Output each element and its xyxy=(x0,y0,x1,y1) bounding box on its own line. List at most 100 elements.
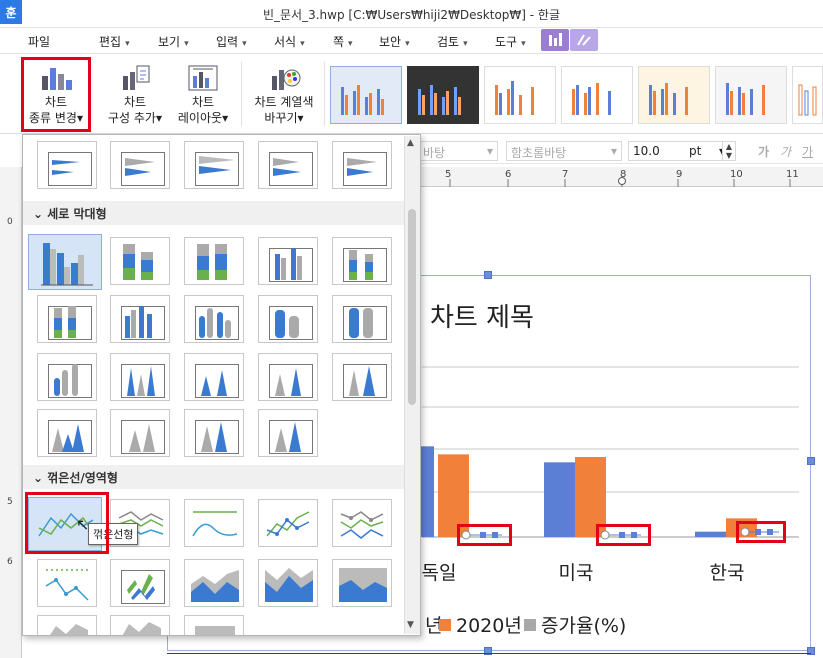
add-chart-element-button[interactable]: 차트 구성 추가▾ xyxy=(100,58,170,126)
chevron-down-icon: ▾ xyxy=(242,39,247,49)
chart-type-3d-cylinder-stacked[interactable] xyxy=(258,295,318,343)
chart-layout-line2: 레이아웃▾ xyxy=(177,111,229,125)
chevron-down-icon: ▾ xyxy=(521,39,526,49)
chart-format-tab-icon[interactable] xyxy=(570,29,598,51)
menu-format[interactable]: 서식 ▾ xyxy=(274,33,305,50)
section-header-line-area[interactable]: ⌄ 꺾은선/영역형 xyxy=(23,465,405,489)
chevron-down-icon: ▾ xyxy=(300,39,305,49)
menu-insert-label: 입력 xyxy=(216,35,239,49)
chart-layout-icon xyxy=(183,62,223,92)
font-size-stepper[interactable]: ▲ ▼ xyxy=(722,141,736,161)
chart-type-3d-100-area[interactable] xyxy=(184,615,244,635)
underline-button[interactable]: 가 xyxy=(802,143,813,160)
chart-style-thumb-5[interactable] xyxy=(638,66,710,124)
scrollbar-thumb[interactable] xyxy=(408,209,416,405)
legend-swatch-2020 xyxy=(439,619,451,631)
chart-type-stacked-line-markers[interactable] xyxy=(332,499,392,547)
menu-security[interactable]: 보안 ▾ xyxy=(379,33,410,50)
chart-type-3d-cylinder-column[interactable] xyxy=(37,353,97,401)
chart-type-3d-cylinder-clustered[interactable] xyxy=(184,295,244,343)
menu-file[interactable]: 파일 xyxy=(28,33,50,50)
chart-type-100-stacked-column[interactable] xyxy=(184,237,244,285)
line-series-markers-icon xyxy=(740,527,779,537)
section-header-column[interactable]: ⌄ 세로 막대형 xyxy=(23,201,405,225)
chart-type-100-stacked-area[interactable] xyxy=(332,559,392,607)
chart-style-thumb-2[interactable] xyxy=(407,66,479,124)
chart-type-3d-horizontal-cone-stacked[interactable] xyxy=(110,141,170,189)
chart-type-3d-cone-100[interactable] xyxy=(258,353,318,401)
font-select[interactable]: 함초롬바탕 ▾ xyxy=(506,141,622,161)
legend-label-2020: 2020년 xyxy=(456,615,522,637)
font-size-input[interactable]: 10.0pt▾ xyxy=(628,141,730,161)
table-border xyxy=(167,653,811,654)
chart-type-3d-pyramid-100[interactable] xyxy=(184,409,244,457)
chart-type-3d-horizontal-pyramid-stacked[interactable] xyxy=(332,141,392,189)
menu-security-label: 보안 xyxy=(379,35,402,49)
bold-button[interactable]: 가 xyxy=(758,143,769,160)
ruler-vertical: 0 5 6 xyxy=(0,167,22,658)
menu-insert[interactable]: 입력 ▾ xyxy=(216,33,247,50)
highlight-line-series-1 xyxy=(457,524,512,546)
chart-type-stacked-column[interactable] xyxy=(110,237,170,285)
scroll-down-icon[interactable]: ▼ xyxy=(407,620,414,630)
highlight-change-chart-type xyxy=(21,57,91,132)
chart-type-area[interactable] xyxy=(184,559,244,607)
menu-tools[interactable]: 도구 ▾ xyxy=(495,33,526,50)
chart-type-3d-horizontal-cone-100[interactable] xyxy=(184,141,244,189)
chart-type-clustered-column[interactable] xyxy=(28,234,102,290)
chart-design-tab-icon[interactable] xyxy=(541,29,569,51)
chart-style-thumb-7[interactable] xyxy=(792,66,823,124)
bar-series-2019-독일[interactable] xyxy=(419,446,434,537)
menu-edit[interactable]: 편집 ▾ xyxy=(99,33,130,50)
chart-type-line-markers[interactable] xyxy=(258,499,318,547)
chart-style-thumb-6[interactable] xyxy=(715,66,787,124)
ribbon-divider xyxy=(241,62,242,126)
chart-type-3d-pyramid-stacked[interactable] xyxy=(110,409,170,457)
chart-type-3d-line[interactable] xyxy=(110,559,170,607)
style-select[interactable]: 바탕 ▾ xyxy=(418,141,498,161)
menu-format-label: 서식 xyxy=(274,35,297,49)
chart-type-3d-pyramid-clustered[interactable] xyxy=(37,409,97,457)
chevron-down-icon: ▾ xyxy=(463,39,468,49)
chart-type-100-line-markers[interactable] xyxy=(37,559,97,607)
ruler-label: 5 xyxy=(7,497,13,507)
chart-style-thumb-1[interactable] xyxy=(330,66,402,124)
legend-swatch-rate xyxy=(524,619,536,631)
menu-page[interactable]: 쪽 ▾ xyxy=(333,33,353,50)
scroll-up-icon[interactable]: ▲ xyxy=(407,138,414,148)
chart-type-3d-column[interactable] xyxy=(110,295,170,343)
chart-type-3d-cone-stacked[interactable] xyxy=(184,353,244,401)
chart-type-3d-area[interactable] xyxy=(37,615,97,635)
chart-type-3d-clustered-column[interactable] xyxy=(258,237,318,285)
chart-type-3d-cylinder-100[interactable] xyxy=(332,295,392,343)
chart-type-3d-cone-clustered[interactable] xyxy=(110,353,170,401)
chart-type-3d-horizontal-cone[interactable] xyxy=(37,141,97,189)
menu-view[interactable]: 보기 ▾ xyxy=(158,33,189,50)
menu-review[interactable]: 검토 ▾ xyxy=(437,33,468,50)
chart-type-3d-cone-column[interactable] xyxy=(332,353,392,401)
chart-type-3d-horizontal-pyramid[interactable] xyxy=(258,141,318,189)
chevron-down-icon: ▾ xyxy=(184,39,189,49)
chevron-down-icon: ▾ xyxy=(125,39,130,49)
change-series-color-button[interactable]: 차트 계열색 바꾸기▾ xyxy=(246,58,322,126)
chart-layout-button[interactable]: 차트 레이아웃▾ xyxy=(172,58,234,126)
bar-series-2019-한국[interactable] xyxy=(695,531,726,537)
chart-type-stacked-area[interactable] xyxy=(258,559,318,607)
bar-series-2019-미국[interactable] xyxy=(544,462,575,537)
chevron-down-icon: ⌄ xyxy=(33,207,48,221)
ruler-indent-marker[interactable] xyxy=(618,177,626,185)
chart-style-thumb-4[interactable] xyxy=(561,66,633,124)
chart-type-3d-100-stacked-column[interactable] xyxy=(37,295,97,343)
format-toolbar: 바탕▾ 함초롬바탕▾ 10.0pt▾ ▲▼ 가 가 가 xyxy=(410,138,823,164)
chart-type-3d-stacked-area[interactable] xyxy=(110,615,170,635)
line-series-markers-icon xyxy=(461,530,502,540)
category-label: 미국 xyxy=(559,562,594,584)
chart-type-100-stacked-line[interactable] xyxy=(184,499,244,547)
add-element-line2: 구성 추가▾ xyxy=(107,111,162,125)
chart-type-3d-stacked-column[interactable] xyxy=(332,237,392,285)
chart-style-thumb-3[interactable] xyxy=(484,66,556,124)
menu-view-label: 보기 xyxy=(158,35,181,49)
ribbon-divider xyxy=(324,62,325,126)
chart-type-3d-pyramid-column[interactable] xyxy=(258,409,318,457)
italic-button[interactable]: 가 xyxy=(780,143,791,160)
